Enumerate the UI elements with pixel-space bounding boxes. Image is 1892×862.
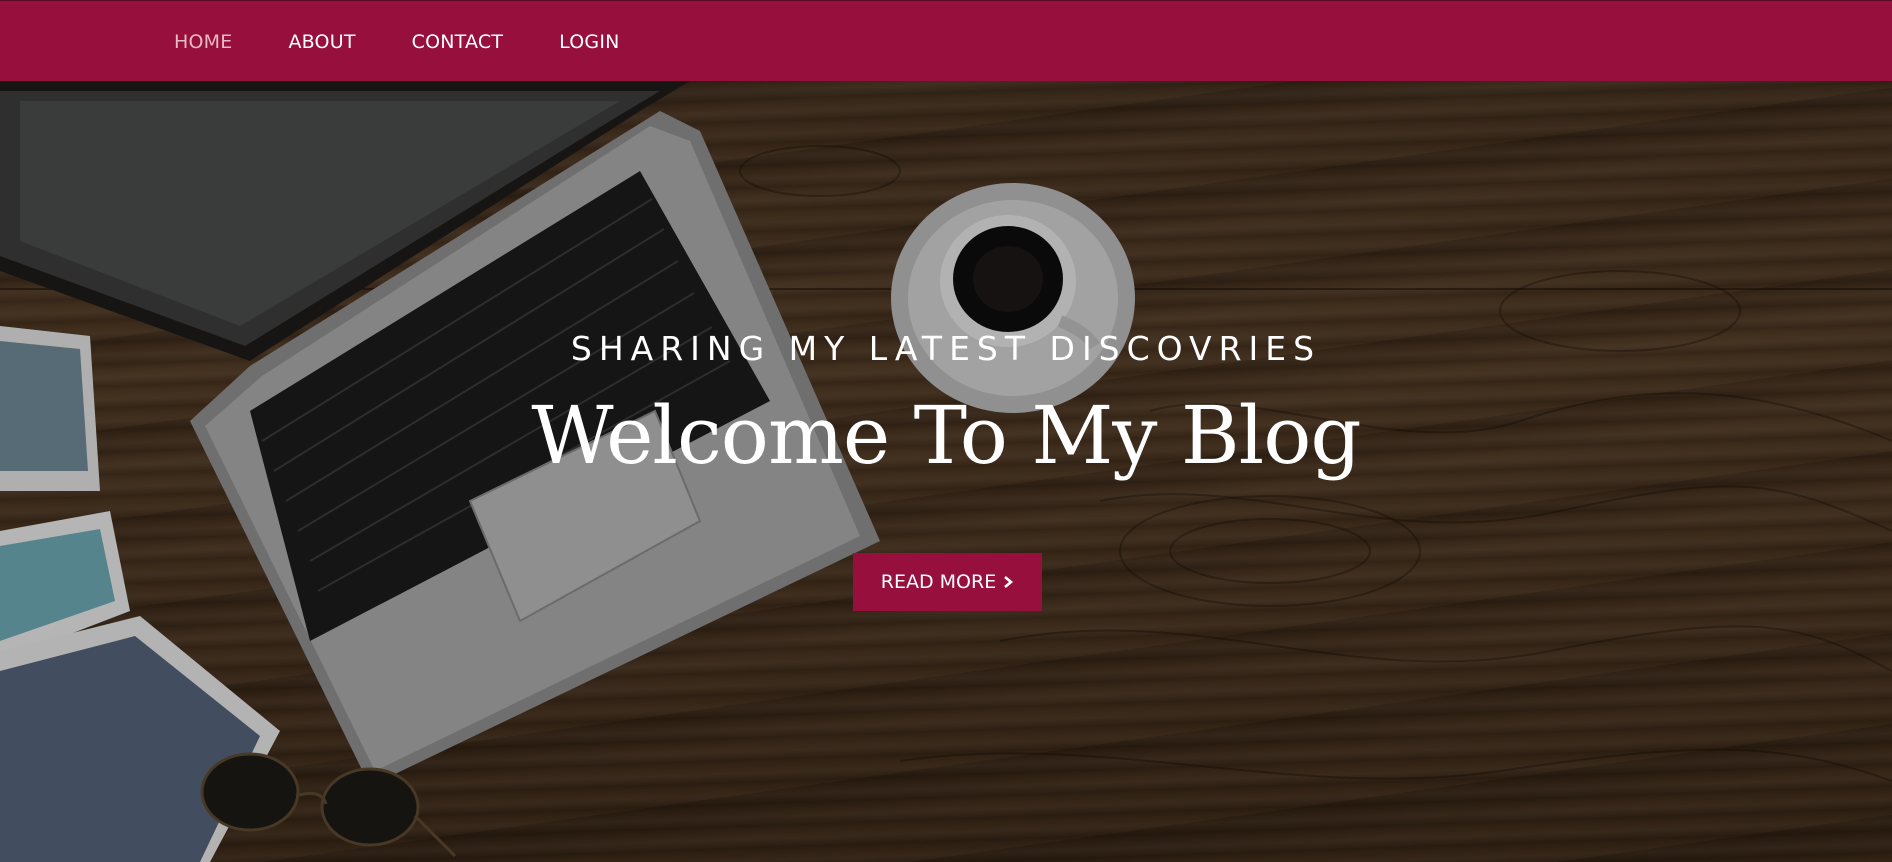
page: HOME ABOUT CONTACT LOGIN SHARING MY LATE…	[0, 0, 1892, 862]
nav-links: HOME ABOUT CONTACT LOGIN	[174, 1, 676, 82]
hero-title: Welcome To My Blog	[531, 389, 1361, 482]
nav-link-contact[interactable]: CONTACT	[412, 31, 504, 53]
hero-content: SHARING MY LATEST DISCOVRIES Welcome To …	[0, 81, 1892, 862]
nav-link-home[interactable]: HOME	[174, 31, 232, 53]
read-more-label: READ MORE	[880, 571, 997, 593]
chevron-right-icon	[1004, 576, 1014, 588]
read-more-button[interactable]: READ MORE	[853, 553, 1042, 611]
top-navbar: HOME ABOUT CONTACT LOGIN	[0, 0, 1892, 81]
nav-link-login[interactable]: LOGIN	[559, 31, 619, 53]
hero-subtitle: SHARING MY LATEST DISCOVRIES	[570, 329, 1322, 368]
nav-link-about[interactable]: ABOUT	[288, 31, 355, 53]
hero-section: SHARING MY LATEST DISCOVRIES Welcome To …	[0, 81, 1892, 862]
